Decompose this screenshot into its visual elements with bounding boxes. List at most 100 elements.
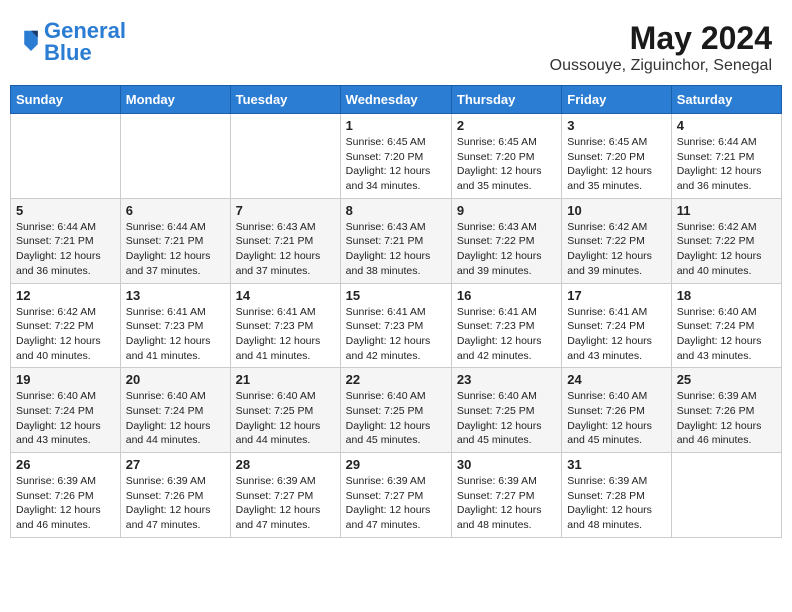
calendar-week-1: 1 Sunrise: 6:45 AMSunset: 7:20 PMDaylight… — [11, 114, 782, 199]
day-number: 20 — [126, 372, 225, 387]
month-title: May 2024 — [550, 20, 772, 57]
day-number: 25 — [677, 372, 776, 387]
calendar-week-3: 12 Sunrise: 6:42 AMSunset: 7:22 PMDayligh… — [11, 283, 782, 368]
calendar-day: 23Sunrise: 6:40 AMSunset: 7:25 PMDayligh… — [451, 368, 561, 453]
calendar-day: 11 Sunrise: 6:42 AMSunset: 7:22 PMDayligh… — [671, 198, 781, 283]
day-info: Sunrise: 6:39 AMSunset: 7:27 PMDaylight:… — [236, 474, 335, 533]
calendar-week-2: 5 Sunrise: 6:44 AMSunset: 7:21 PMDaylight… — [11, 198, 782, 283]
header-friday: Friday — [562, 86, 671, 114]
day-info: Sunrise: 6:40 AMSunset: 7:26 PMDaylight:… — [567, 389, 665, 448]
day-number: 23 — [457, 372, 556, 387]
calendar-day: 9 Sunrise: 6:43 AMSunset: 7:22 PMDaylight… — [451, 198, 561, 283]
day-number: 17 — [567, 288, 665, 303]
calendar-day: 29 Sunrise: 6:39 AMSunset: 7:27 PMDayligh… — [340, 453, 451, 538]
day-number: 30 — [457, 457, 556, 472]
calendar-header-row: SundayMondayTuesdayWednesdayThursdayFrid… — [11, 86, 782, 114]
day-info: Sunrise: 6:41 AMSunset: 7:23 PMDaylight:… — [346, 305, 446, 364]
day-info: Sunrise: 6:39 AMSunset: 7:26 PMDaylight:… — [126, 474, 225, 533]
day-number: 22 — [346, 372, 446, 387]
calendar-day: 15 Sunrise: 6:41 AMSunset: 7:23 PMDayligh… — [340, 283, 451, 368]
day-number: 26 — [16, 457, 115, 472]
header: General Blue May 2024 Oussouye, Ziguinch… — [10, 10, 782, 80]
day-number: 12 — [16, 288, 115, 303]
day-number: 1 — [346, 118, 446, 133]
day-info: Sunrise: 6:43 AMSunset: 7:21 PMDaylight:… — [346, 220, 446, 279]
day-number: 9 — [457, 203, 556, 218]
calendar-day: 6Sunrise: 6:44 AMSunset: 7:21 PMDaylight… — [120, 198, 230, 283]
day-info: Sunrise: 6:45 AMSunset: 7:20 PMDaylight:… — [346, 135, 446, 194]
header-monday: Monday — [120, 86, 230, 114]
day-number: 27 — [126, 457, 225, 472]
calendar-day: 24Sunrise: 6:40 AMSunset: 7:26 PMDayligh… — [562, 368, 671, 453]
day-number: 15 — [346, 288, 446, 303]
calendar-day: 5 Sunrise: 6:44 AMSunset: 7:21 PMDaylight… — [11, 198, 121, 283]
calendar-day: 10 Sunrise: 6:42 AMSunset: 7:22 PMDayligh… — [562, 198, 671, 283]
calendar-day: 4 Sunrise: 6:44 AMSunset: 7:21 PMDaylight… — [671, 114, 781, 199]
day-number: 28 — [236, 457, 335, 472]
day-info: Sunrise: 6:42 AMSunset: 7:22 PMDaylight:… — [567, 220, 665, 279]
logo-icon — [22, 29, 40, 51]
header-saturday: Saturday — [671, 86, 781, 114]
calendar-day: 16 Sunrise: 6:41 AMSunset: 7:23 PMDayligh… — [451, 283, 561, 368]
day-number: 11 — [677, 203, 776, 218]
calendar-day: 3 Sunrise: 6:45 AMSunset: 7:20 PMDaylight… — [562, 114, 671, 199]
calendar-week-5: 26 Sunrise: 6:39 AMSunset: 7:26 PMDayligh… — [11, 453, 782, 538]
header-sunday: Sunday — [11, 86, 121, 114]
day-info: Sunrise: 6:41 AMSunset: 7:23 PMDaylight:… — [457, 305, 556, 364]
day-number: 31 — [567, 457, 665, 472]
day-info: Sunrise: 6:39 AMSunset: 7:26 PMDaylight:… — [677, 389, 776, 448]
calendar-day — [230, 114, 340, 199]
day-info: Sunrise: 6:42 AMSunset: 7:22 PMDaylight:… — [677, 220, 776, 279]
header-wednesday: Wednesday — [340, 86, 451, 114]
day-number: 13 — [126, 288, 225, 303]
calendar-day: 22Sunrise: 6:40 AMSunset: 7:25 PMDayligh… — [340, 368, 451, 453]
day-number: 8 — [346, 203, 446, 218]
calendar-week-4: 19 Sunrise: 6:40 AMSunset: 7:24 PMDayligh… — [11, 368, 782, 453]
day-info: Sunrise: 6:44 AMSunset: 7:21 PMDaylight:… — [16, 220, 115, 279]
calendar-day: 2Sunrise: 6:45 AMSunset: 7:20 PMDaylight… — [451, 114, 561, 199]
calendar-day: 7 Sunrise: 6:43 AMSunset: 7:21 PMDaylight… — [230, 198, 340, 283]
day-info: Sunrise: 6:40 AMSunset: 7:24 PMDaylight:… — [16, 389, 115, 448]
calendar-day — [11, 114, 121, 199]
day-info: Sunrise: 6:39 AMSunset: 7:28 PMDaylight:… — [567, 474, 665, 533]
day-number: 19 — [16, 372, 115, 387]
day-info: Sunrise: 6:42 AMSunset: 7:22 PMDaylight:… — [16, 305, 115, 364]
day-info: Sunrise: 6:41 AMSunset: 7:23 PMDaylight:… — [236, 305, 335, 364]
header-thursday: Thursday — [451, 86, 561, 114]
calendar-day: 28 Sunrise: 6:39 AMSunset: 7:27 PMDayligh… — [230, 453, 340, 538]
calendar-day: 19 Sunrise: 6:40 AMSunset: 7:24 PMDayligh… — [11, 368, 121, 453]
calendar-day: 17 Sunrise: 6:41 AMSunset: 7:24 PMDayligh… — [562, 283, 671, 368]
day-number: 29 — [346, 457, 446, 472]
day-info: Sunrise: 6:39 AMSunset: 7:27 PMDaylight:… — [346, 474, 446, 533]
day-info: Sunrise: 6:41 AMSunset: 7:24 PMDaylight:… — [567, 305, 665, 364]
calendar-day: 31 Sunrise: 6:39 AMSunset: 7:28 PMDayligh… — [562, 453, 671, 538]
calendar-day: 20 Sunrise: 6:40 AMSunset: 7:24 PMDayligh… — [120, 368, 230, 453]
day-info: Sunrise: 6:40 AMSunset: 7:24 PMDaylight:… — [126, 389, 225, 448]
day-number: 14 — [236, 288, 335, 303]
logo-blue-text: Blue — [44, 40, 92, 65]
day-info: Sunrise: 6:45 AMSunset: 7:20 PMDaylight:… — [567, 135, 665, 194]
calendar-day — [671, 453, 781, 538]
calendar-day: 13 Sunrise: 6:41 AMSunset: 7:23 PMDayligh… — [120, 283, 230, 368]
day-info: Sunrise: 6:44 AMSunset: 7:21 PMDaylight:… — [677, 135, 776, 194]
calendar-day — [120, 114, 230, 199]
calendar-day: 18Sunrise: 6:40 AMSunset: 7:24 PMDayligh… — [671, 283, 781, 368]
day-info: Sunrise: 6:40 AMSunset: 7:25 PMDaylight:… — [236, 389, 335, 448]
day-info: Sunrise: 6:39 AMSunset: 7:26 PMDaylight:… — [16, 474, 115, 533]
calendar-day: 30Sunrise: 6:39 AMSunset: 7:27 PMDayligh… — [451, 453, 561, 538]
day-number: 10 — [567, 203, 665, 218]
day-number: 6 — [126, 203, 225, 218]
day-number: 5 — [16, 203, 115, 218]
day-number: 16 — [457, 288, 556, 303]
day-info: Sunrise: 6:43 AMSunset: 7:22 PMDaylight:… — [457, 220, 556, 279]
calendar-table: SundayMondayTuesdayWednesdayThursdayFrid… — [10, 85, 782, 538]
calendar-day: 25 Sunrise: 6:39 AMSunset: 7:26 PMDayligh… — [671, 368, 781, 453]
day-number: 7 — [236, 203, 335, 218]
calendar-day: 8 Sunrise: 6:43 AMSunset: 7:21 PMDaylight… — [340, 198, 451, 283]
day-info: Sunrise: 6:43 AMSunset: 7:21 PMDaylight:… — [236, 220, 335, 279]
logo: General Blue — [20, 20, 126, 64]
day-number: 4 — [677, 118, 776, 133]
header-tuesday: Tuesday — [230, 86, 340, 114]
day-info: Sunrise: 6:41 AMSunset: 7:23 PMDaylight:… — [126, 305, 225, 364]
day-number: 3 — [567, 118, 665, 133]
